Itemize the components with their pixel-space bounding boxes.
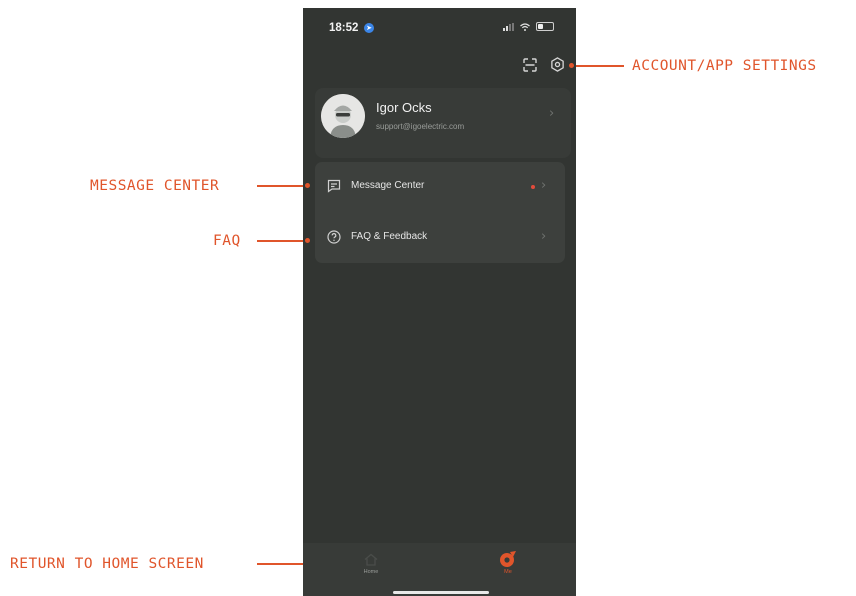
menu-item-label: FAQ & Feedback bbox=[351, 231, 428, 242]
profile-name: Igor Ocks bbox=[376, 100, 432, 115]
status-icons bbox=[503, 22, 554, 31]
message-icon bbox=[327, 179, 341, 193]
callout-dot-message-center bbox=[305, 183, 310, 188]
avatar bbox=[321, 94, 365, 138]
profile-card[interactable]: Igor Ocks support@igoelectric.com › bbox=[315, 88, 571, 158]
signal-icon bbox=[503, 22, 514, 31]
wifi-icon bbox=[520, 22, 530, 31]
location-arrow-icon: ➤ bbox=[364, 23, 374, 33]
chevron-right-icon: › bbox=[549, 106, 555, 121]
status-time: 18:52 bbox=[329, 22, 359, 34]
phone-screen: 18:52 ➤ Igor Ocks support@igoelectric.co… bbox=[303, 8, 576, 596]
callout-return-home: RETURN TO HOME SCREEN bbox=[10, 556, 204, 572]
menu-item-faq-feedback[interactable]: FAQ & Feedback › bbox=[315, 213, 565, 263]
chevron-right-icon: › bbox=[541, 178, 547, 193]
callout-dot-faq bbox=[305, 238, 310, 243]
menu-item-message-center[interactable]: Message Center › bbox=[315, 162, 565, 212]
callout-line-faq bbox=[257, 240, 307, 242]
callout-message-center: MESSAGE CENTER bbox=[90, 178, 220, 194]
callout-faq: FAQ bbox=[213, 233, 241, 249]
tab-me[interactable]: Me bbox=[440, 543, 576, 583]
tab-home-label: Home bbox=[363, 569, 379, 575]
me-icon bbox=[500, 551, 516, 567]
unread-dot bbox=[531, 185, 535, 189]
gear-icon[interactable] bbox=[550, 57, 565, 72]
callout-line-account-settings bbox=[572, 65, 624, 67]
battery-icon bbox=[536, 22, 554, 31]
avatar-image bbox=[321, 94, 365, 138]
tab-home[interactable]: Home bbox=[303, 543, 439, 583]
callout-account-settings: ACCOUNT/APP SETTINGS bbox=[632, 58, 817, 74]
chevron-right-icon: › bbox=[541, 229, 547, 244]
home-icon bbox=[364, 553, 378, 566]
callout-line-message-center bbox=[257, 185, 307, 187]
scan-icon[interactable] bbox=[523, 58, 537, 72]
help-circle-icon bbox=[327, 230, 341, 244]
menu-card: Message Center › FAQ & Feedback › bbox=[315, 162, 565, 263]
home-indicator bbox=[393, 591, 489, 594]
menu-item-label: Message Center bbox=[351, 180, 425, 191]
tab-me-label: Me bbox=[504, 569, 512, 575]
callout-dot-account-settings bbox=[569, 63, 574, 68]
tab-bar: Home Me bbox=[303, 543, 576, 596]
profile-email: support@igoelectric.com bbox=[376, 122, 465, 131]
